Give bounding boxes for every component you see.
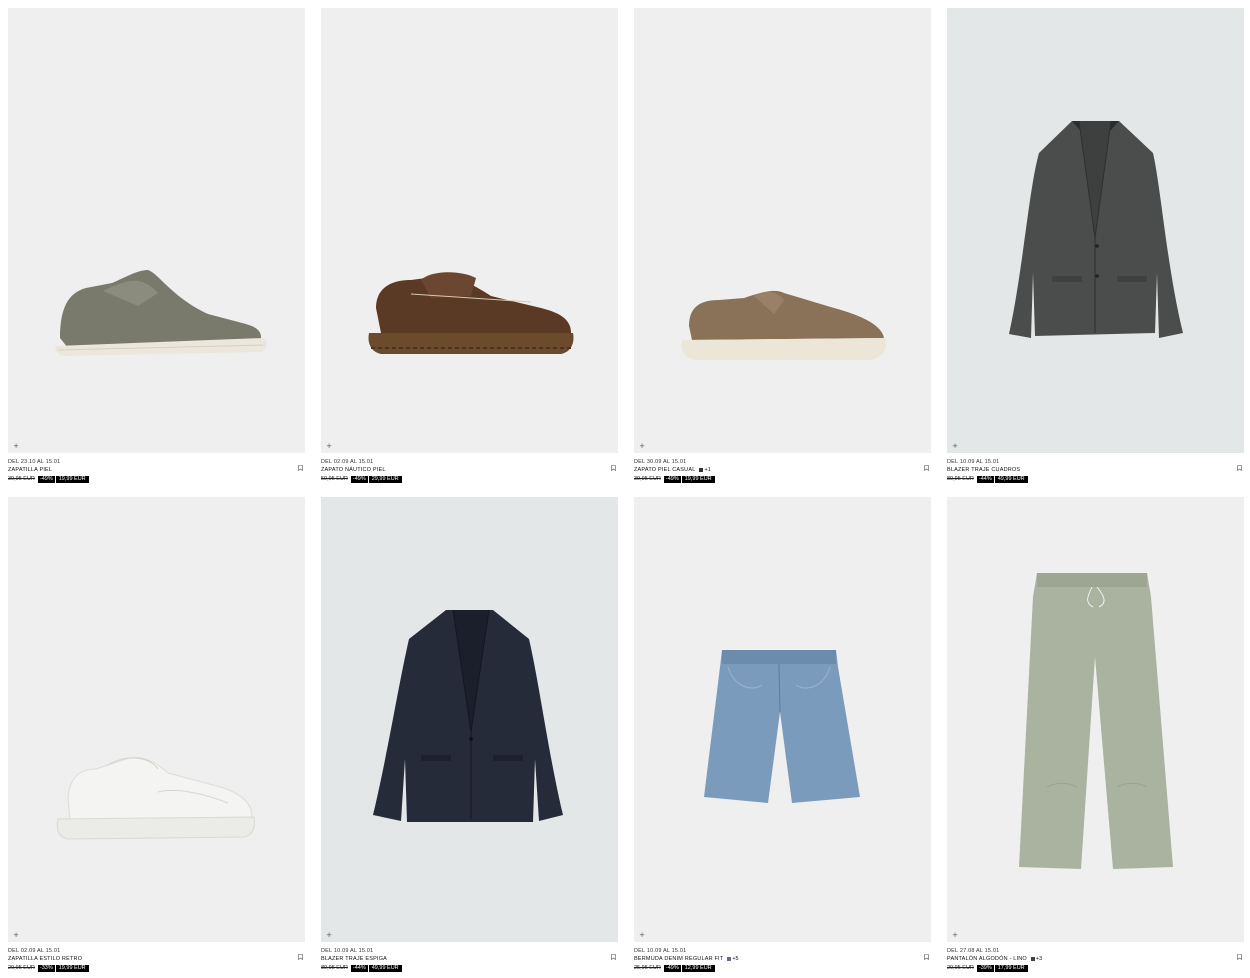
promo-dates: DEL 02.09 AL 15.01 (321, 459, 374, 465)
plus-icon[interactable]: + (951, 931, 959, 939)
sale-price: 19,99 EUR (681, 475, 715, 483)
product-name[interactable]: BLAZER TRAJE ESPIGA (321, 955, 387, 963)
promo-dates: DEL 02.09 AL 15.01 (8, 948, 61, 954)
product-card[interactable]: + DEL 10.09 AL 15.01 BLAZER TRAJE ESPIGA… (321, 497, 618, 972)
product-image[interactable]: + (947, 8, 1244, 453)
plus-icon[interactable]: + (638, 931, 646, 939)
discount-badge: -39% (976, 964, 994, 972)
color-swatch[interactable] (727, 957, 732, 961)
casual-shoe-image (634, 8, 931, 453)
product-image[interactable]: + (634, 497, 931, 942)
original-price: 89,95 EUR (947, 475, 974, 482)
promo-dates: DEL 10.09 AL 15.01 (321, 948, 374, 954)
plus-icon[interactable]: + (325, 931, 333, 939)
sale-price: 49,99 EUR (994, 475, 1028, 483)
product-grid: + DEL 23.10 AL 15.01 ZAPATILLA PIEL 39,9… (8, 8, 1244, 972)
product-name[interactable]: ZAPATO PIEL CASUAL (634, 466, 695, 474)
original-price: 59,95 EUR (321, 475, 348, 482)
sale-price: 49,99 EUR (368, 964, 402, 972)
product-name[interactable]: PANTALÓN ALGODÓN - LINO (947, 955, 1027, 963)
promo-dates: DEL 10.09 AL 15.01 (947, 459, 1000, 465)
product-card[interactable]: + DEL 27.08 AL 15.01 PANTALÓN ALGODÓN - … (947, 497, 1244, 972)
discount-badge: -49% (37, 475, 55, 483)
blazer-image (321, 497, 618, 942)
product-name[interactable]: BLAZER TRAJE CUADROS (947, 466, 1020, 474)
promo-dates: DEL 30.09 AL 15.01 (634, 459, 687, 465)
plus-icon[interactable]: + (951, 442, 959, 450)
bookmark-icon[interactable] (298, 465, 303, 471)
bookmark-icon[interactable] (298, 954, 303, 960)
discount-badge: -44% (350, 964, 368, 972)
original-price: 39,95 EUR (8, 475, 35, 482)
product-image[interactable]: + (8, 8, 305, 453)
product-info: DEL 10.09 AL 15.01 BLAZER TRAJE ESPIGA 8… (321, 942, 618, 972)
product-name[interactable]: BERMUDA DENIM REGULAR FIT (634, 955, 723, 963)
discount-badge: -44% (976, 475, 994, 483)
sneaker-image (8, 8, 305, 453)
bookmark-icon[interactable] (611, 465, 616, 471)
product-info: DEL 10.09 AL 15.01 BERMUDA DENIM REGULAR… (634, 942, 931, 972)
more-colors-count[interactable]: +3 (1036, 955, 1042, 963)
sale-price: 17,99 EUR (994, 964, 1028, 972)
discount-badge: -49% (663, 475, 681, 483)
product-info: DEL 02.09 AL 15.01 ZAPATILLA ESTILO RETR… (8, 942, 305, 972)
product-image[interactable]: + (8, 497, 305, 942)
product-info: DEL 02.09 AL 15.01 ZAPATO NÁUTICO PIEL 5… (321, 453, 618, 483)
color-swatch[interactable] (1030, 957, 1035, 961)
product-image[interactable]: + (321, 8, 618, 453)
discount-badge: -33% (37, 964, 55, 972)
product-info: DEL 23.10 AL 15.01 ZAPATILLA PIEL 39,95 … (8, 453, 305, 483)
bookmark-icon[interactable] (1237, 954, 1242, 960)
product-image[interactable]: + (321, 497, 618, 942)
product-name[interactable]: ZAPATO NÁUTICO PIEL (321, 466, 386, 474)
denim-shorts-image (634, 497, 931, 942)
sale-price: 29,99 EUR (368, 475, 402, 483)
product-name[interactable]: ZAPATILLA ESTILO RETRO (8, 955, 82, 963)
bookmark-icon[interactable] (1237, 465, 1242, 471)
promo-dates: DEL 10.09 AL 15.01 (634, 948, 687, 954)
boat-shoe-image (321, 8, 618, 453)
promo-dates: DEL 27.08 AL 15.01 (947, 948, 1000, 954)
original-price: 29,95 EUR (8, 964, 35, 971)
sale-price: 19,99 EUR (55, 964, 89, 972)
bookmark-icon[interactable] (924, 465, 929, 471)
plus-icon[interactable]: + (638, 442, 646, 450)
product-info: DEL 10.09 AL 15.01 BLAZER TRAJE CUADROS … (947, 453, 1244, 483)
product-card[interactable]: + DEL 10.09 AL 15.01 BERMUDA DENIM REGUL… (634, 497, 931, 972)
bookmark-icon[interactable] (924, 954, 929, 960)
bookmark-icon[interactable] (611, 954, 616, 960)
discount-badge: -49% (663, 964, 681, 972)
blazer-image (947, 8, 1244, 453)
sale-price: 12,99 EUR (681, 964, 715, 972)
product-card[interactable]: + DEL 30.09 AL 15.01 ZAPATO PIEL CASUAL … (634, 8, 931, 483)
trousers-image (947, 497, 1244, 942)
promo-dates: DEL 23.10 AL 15.01 (8, 459, 61, 465)
more-colors-count[interactable]: +5 (732, 955, 738, 963)
product-card[interactable]: + DEL 02.09 AL 15.01 ZAPATO NÁUTICO PIEL… (321, 8, 618, 483)
product-name[interactable]: ZAPATILLA PIEL (8, 466, 52, 474)
more-colors-count[interactable]: +1 (704, 466, 710, 474)
product-image[interactable]: + (947, 497, 1244, 942)
plus-icon[interactable]: + (325, 442, 333, 450)
plus-icon[interactable]: + (12, 931, 20, 939)
sale-price: 19,99 EUR (55, 475, 89, 483)
product-image[interactable]: + (634, 8, 931, 453)
product-card[interactable]: + DEL 23.10 AL 15.01 ZAPATILLA PIEL 39,9… (8, 8, 305, 483)
original-price: 29,95 EUR (947, 964, 974, 971)
product-info: DEL 27.08 AL 15.01 PANTALÓN ALGODÓN - LI… (947, 942, 1244, 972)
original-price: 89,95 EUR (321, 964, 348, 971)
discount-badge: -49% (350, 475, 368, 483)
product-card[interactable]: + DEL 02.09 AL 15.01 ZAPATILLA ESTILO RE… (8, 497, 305, 972)
plus-icon[interactable]: + (12, 442, 20, 450)
original-price: 39,95 EUR (634, 475, 661, 482)
original-price: 25,95 EUR (634, 964, 661, 971)
product-card[interactable]: + DEL 10.09 AL 15.01 BLAZER TRAJE CUADRO… (947, 8, 1244, 483)
product-info: DEL 30.09 AL 15.01 ZAPATO PIEL CASUAL +1… (634, 453, 931, 483)
color-swatch[interactable] (699, 468, 704, 472)
white-sneaker-image (8, 497, 305, 942)
